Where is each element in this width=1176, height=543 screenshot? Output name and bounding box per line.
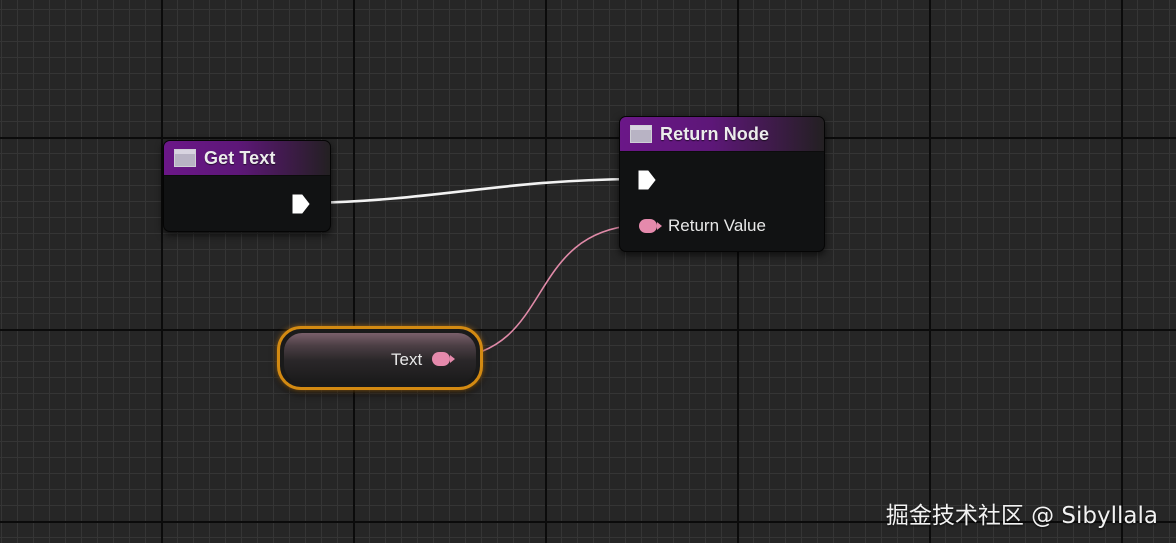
blueprint-graph-canvas[interactable]: Get Text Return Node Return Value Text 掘… <box>0 0 1176 543</box>
return-node-title: Return Node <box>660 123 770 144</box>
return-node[interactable]: Return Node Return Value <box>619 116 825 252</box>
connection-wires <box>311 177 641 359</box>
get-text-node-title: Get Text <box>204 147 276 168</box>
function-icon <box>174 149 196 167</box>
exec-output-pin[interactable] <box>292 194 310 214</box>
get-text-node[interactable]: Get Text <box>163 140 331 232</box>
exec-wire[interactable] <box>311 177 637 205</box>
text-variable-label: Text <box>391 350 423 369</box>
text-variable-node[interactable]: Text <box>277 326 483 390</box>
get-text-node-header[interactable]: Get Text <box>164 141 330 176</box>
text-variable-output-pin[interactable] <box>432 352 455 366</box>
exec-input-pin[interactable] <box>638 170 656 190</box>
watermark: 掘金技术社区 @ Sibyllala <box>885 503 1158 529</box>
return-node-header[interactable]: Return Node <box>620 117 824 152</box>
function-icon <box>630 125 652 143</box>
return-value-input-pin[interactable] <box>639 219 662 233</box>
return-value-label: Return Value <box>668 216 766 235</box>
